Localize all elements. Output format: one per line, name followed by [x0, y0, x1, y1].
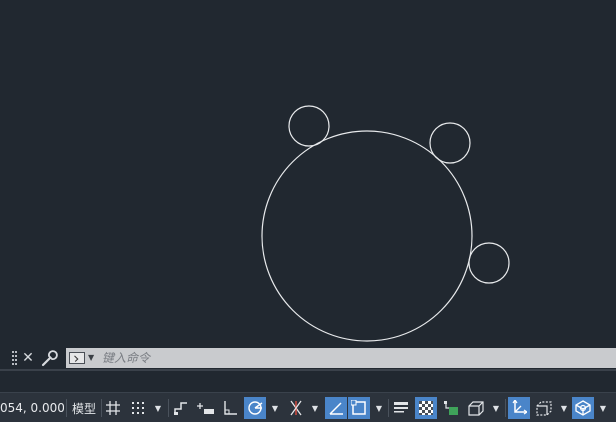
3d-object-snap-icon[interactable] [465, 397, 487, 419]
chevron-down-icon[interactable]: ▼ [308, 397, 322, 419]
wrench-icon[interactable] [40, 350, 58, 368]
drag-grip-icon[interactable] [12, 351, 18, 365]
small-circle-top-right[interactable] [429, 122, 471, 164]
divider [388, 399, 389, 417]
chevron-down-icon[interactable]: ▼ [88, 353, 94, 363]
divider [505, 399, 506, 417]
object-snap-icon[interactable] [348, 397, 370, 419]
chevron-down-icon[interactable]: ▼ [596, 397, 610, 419]
chevron-down-icon[interactable]: ▼ [372, 397, 386, 419]
command-line: ✕ ▼ [0, 347, 616, 369]
dynamic-ucs-icon[interactable] [508, 397, 530, 419]
divider [168, 399, 169, 417]
polar-tracking-icon[interactable] [244, 397, 266, 419]
close-icon[interactable]: ✕ [21, 349, 35, 367]
gizmo-icon[interactable] [572, 397, 594, 419]
selection-cycling-icon[interactable] [440, 397, 462, 419]
object-snap-tracking-icon[interactable] [325, 397, 347, 419]
status-bar: 054, 0.0000 模型 ▼ ▼ ▼ ▼ [0, 392, 616, 422]
divider [101, 399, 102, 417]
chevron-down-icon[interactable]: ▼ [557, 397, 571, 419]
chevron-down-icon[interactable]: ▼ [489, 397, 503, 419]
large-circle[interactable] [261, 130, 473, 342]
transparency-icon[interactable] [415, 397, 437, 419]
lineweight-icon[interactable] [390, 397, 412, 419]
divider [66, 399, 67, 417]
chevron-down-icon[interactable]: ▼ [268, 397, 282, 419]
chevron-down-icon[interactable]: ▼ [151, 397, 165, 419]
command-prompt-icon[interactable] [69, 352, 85, 364]
command-input[interactable] [102, 348, 602, 368]
ortho-mode-icon[interactable] [220, 397, 240, 419]
command-input-box[interactable]: ▼ [66, 348, 616, 368]
drawing-canvas[interactable] [0, 0, 616, 347]
snap-mode-icon[interactable] [127, 397, 149, 419]
separator [0, 369, 616, 389]
infer-constraints-icon[interactable] [171, 397, 191, 419]
model-space-button[interactable]: 模型 [68, 397, 100, 419]
coordinate-readout[interactable]: 054, 0.0000 [0, 397, 64, 419]
small-circle-right[interactable] [468, 242, 510, 284]
model-space[interactable] [0, 0, 616, 347]
dynamic-input-icon[interactable] [195, 397, 217, 419]
grid-icon[interactable] [103, 397, 123, 419]
selection-filter-icon[interactable] [533, 397, 555, 419]
small-circle-top-left[interactable] [288, 105, 330, 147]
isometric-drafting-icon[interactable] [285, 397, 307, 419]
